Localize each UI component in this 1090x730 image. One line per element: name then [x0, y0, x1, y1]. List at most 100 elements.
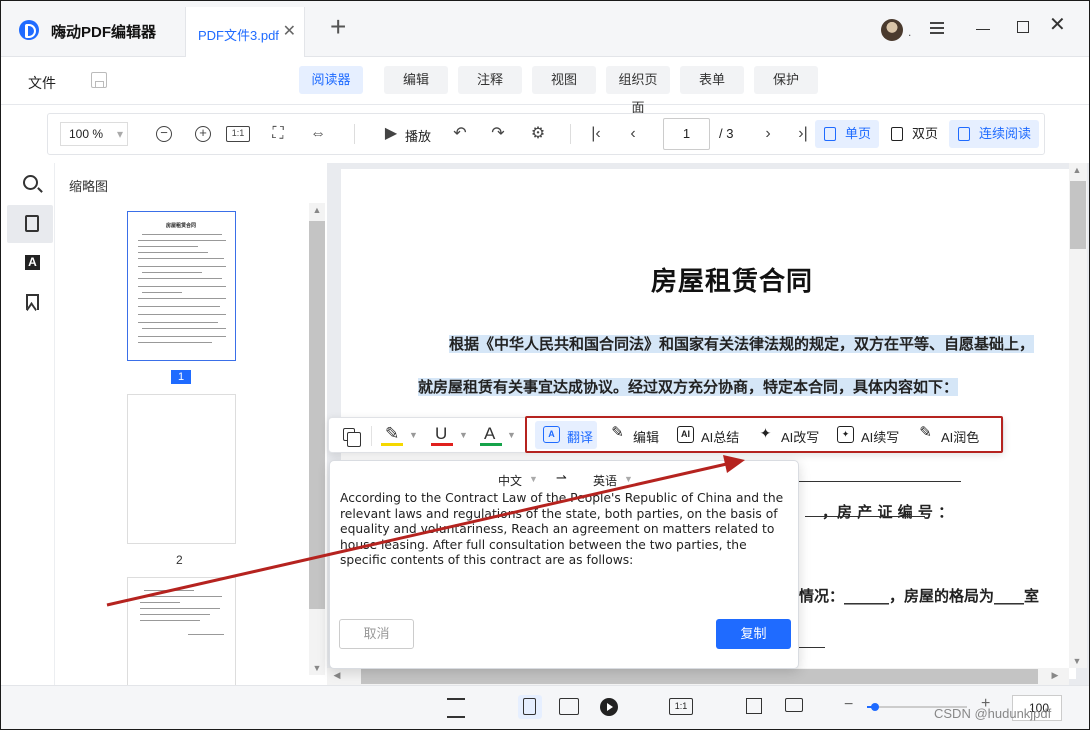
tab-forms[interactable]: 表单: [680, 66, 744, 94]
page-settings-icon[interactable]: ⚙: [528, 124, 548, 144]
actual-size-icon[interactable]: 1:1: [669, 698, 693, 715]
fit-page-icon[interactable]: ⛶: [268, 124, 288, 144]
thumbnail-page-1[interactable]: 房屋租赁合同: [127, 211, 236, 361]
document-title: 房屋租赁合同: [651, 267, 814, 297]
app-name: 嗨动PDF编辑器: [51, 24, 157, 41]
view-single-page[interactable]: 单页: [815, 120, 880, 148]
copy-translation-button[interactable]: 复制: [716, 619, 791, 649]
document-horizontal-scrollbar-thumb[interactable]: [361, 669, 1038, 684]
prev-page-icon[interactable]: ‹: [623, 124, 643, 144]
document-line-1[interactable]: 根据《中华人民共和国合同法》和国家有关法律法规的规定，双方在平等、自愿基础上，: [449, 333, 1035, 354]
translation-result-text: According to the Contract Law of the Peo…: [340, 491, 784, 568]
tab-annotate[interactable]: 注释: [458, 66, 522, 94]
underline-dropdown-icon[interactable]: ▼: [459, 430, 468, 440]
app-logo-icon: [19, 20, 39, 40]
translation-popup: 中文 ▼ ⇀ 英语 ▼ According to the Contract La…: [329, 460, 799, 669]
play-icon[interactable]: ▶: [381, 124, 401, 144]
fit-width-icon[interactable]: [785, 698, 803, 712]
hamburger-menu-icon[interactable]: [930, 22, 944, 34]
rotate-left-icon[interactable]: ↶: [450, 124, 470, 144]
single-page-icon[interactable]: [523, 698, 536, 715]
underline-icon[interactable]: U: [435, 424, 447, 444]
title-bar: 嗨动PDF编辑器 PDF文件3.pdf ✕ + . ✕: [1, 1, 1089, 57]
thumbnail-page-1-number: 1: [171, 370, 191, 384]
source-language-dropdown-icon[interactable]: ▼: [529, 474, 538, 484]
ai-tools-highlight-box: [525, 416, 1003, 453]
fit-page-icon[interactable]: [746, 698, 762, 714]
bookmark-icon[interactable]: [26, 294, 39, 310]
copy-icon[interactable]: [343, 428, 361, 447]
play-icon[interactable]: [600, 698, 618, 716]
search-icon[interactable]: [23, 175, 38, 190]
strikethrough-dropdown-icon[interactable]: ▼: [507, 430, 516, 440]
tab-view[interactable]: 视图: [532, 66, 596, 94]
page-total: / 3: [719, 126, 734, 141]
window-close-icon[interactable]: ✕: [1049, 15, 1066, 35]
double-page-icon: [891, 127, 903, 141]
close-tab-icon[interactable]: ✕: [283, 21, 296, 41]
zoom-out-icon[interactable]: −: [844, 696, 853, 714]
source-language-select[interactable]: 中文: [498, 472, 522, 489]
page-thumbnail-icon[interactable]: [25, 215, 39, 232]
document-vertical-scrollbar-thumb[interactable]: [1070, 181, 1086, 249]
zoom-slider-knob[interactable]: [871, 703, 879, 711]
document-line-3: ，房 产 证 编 号 ：: [822, 503, 954, 521]
play-label[interactable]: 播放: [405, 126, 431, 145]
document-tab-label: PDF文件3.pdf: [198, 28, 279, 43]
app-window: 嗨动PDF编辑器 PDF文件3.pdf ✕ + . ✕ 文件 阅读器 编辑 注释…: [0, 0, 1090, 730]
left-icon-rail: A: [1, 163, 55, 685]
file-menu[interactable]: 文件: [28, 73, 56, 93]
bottom-status-bar: 1:1 − + 100: [1, 685, 1089, 729]
user-avatar[interactable]: [881, 19, 903, 41]
minimize-icon[interactable]: [976, 29, 990, 30]
tab-organize-pages[interactable]: 组织页面: [606, 66, 670, 115]
rotate-right-icon[interactable]: ↷: [488, 124, 508, 144]
actual-size-icon[interactable]: 1:1: [226, 126, 250, 142]
thumbnail-page-2[interactable]: [127, 394, 236, 544]
target-language-dropdown-icon[interactable]: ▼: [624, 474, 633, 484]
text-icon[interactable]: A: [25, 255, 40, 270]
save-icon[interactable]: [91, 72, 107, 88]
menu-bar: 文件 阅读器 编辑 注释 视图 组织页面 表单 保护: [1, 57, 1089, 115]
highlight-icon[interactable]: ✎: [385, 424, 399, 444]
strikethrough-icon[interactable]: A: [484, 424, 495, 444]
new-tab-icon[interactable]: +: [330, 13, 346, 41]
highlight-dropdown-icon[interactable]: ▼: [409, 430, 418, 440]
thumbnail-scrollbar-thumb[interactable]: [309, 221, 325, 609]
zoom-select[interactable]: 100 %: [60, 122, 128, 146]
maximize-icon[interactable]: [1017, 21, 1029, 33]
thumbnail-scrollbar[interactable]: ▲ ▼: [309, 203, 325, 675]
document-line-4: 情况：______，房屋的格局为____室: [799, 587, 1040, 605]
thumbnail-panel-title: 缩略图: [69, 179, 109, 194]
document-line-2[interactable]: 就房屋租赁有关事宜达成协议。经过双方充分协商，特定本合同，具体内容如下：: [418, 376, 959, 397]
strikethrough-color-swatch: [480, 443, 502, 446]
document-tab[interactable]: PDF文件3.pdf ✕: [185, 7, 305, 57]
tab-protect[interactable]: 保护: [754, 66, 818, 94]
tab-reader[interactable]: 阅读器: [299, 66, 363, 94]
last-page-icon[interactable]: ›|: [793, 124, 813, 144]
zoom-out-icon[interactable]: −: [156, 126, 172, 142]
watermark: CSDN @hudunkjpdf: [934, 706, 1052, 721]
highlight-color-swatch: [381, 443, 403, 446]
next-page-icon[interactable]: ›: [758, 124, 778, 144]
fit-width-icon[interactable]: ⇔: [308, 124, 328, 144]
view-continuous[interactable]: 连续阅读: [949, 120, 1040, 148]
continuous-scroll-icon[interactable]: [447, 698, 465, 718]
zoom-in-icon[interactable]: +: [195, 126, 211, 142]
thumbnail-page-2-number: 2: [176, 553, 183, 567]
double-page-icon[interactable]: [559, 698, 579, 715]
reader-toolbar: 100 % − + 1:1 ⛶ ⇔ ▶ 播放 ↶ ↷ ⚙ |‹ ‹ 1 / 3 …: [47, 113, 1045, 155]
target-language-select[interactable]: 英语: [593, 472, 617, 489]
continuous-icon: [958, 127, 970, 141]
document-horizontal-scrollbar[interactable]: ◀ ▶: [327, 668, 1069, 685]
single-page-icon: [824, 127, 836, 141]
tab-edit[interactable]: 编辑: [384, 66, 448, 94]
cancel-button[interactable]: 取消: [339, 619, 414, 649]
first-page-icon[interactable]: |‹: [586, 124, 606, 144]
document-vertical-scrollbar[interactable]: ▲ ▼: [1069, 163, 1087, 668]
page-number-input[interactable]: 1: [663, 118, 710, 150]
underline-color-swatch: [431, 443, 453, 446]
thumbnail-page-3[interactable]: [127, 577, 236, 685]
view-double-page[interactable]: 双页: [882, 120, 946, 148]
thumbnail-page-1-title: 房屋租赁合同: [166, 223, 197, 229]
